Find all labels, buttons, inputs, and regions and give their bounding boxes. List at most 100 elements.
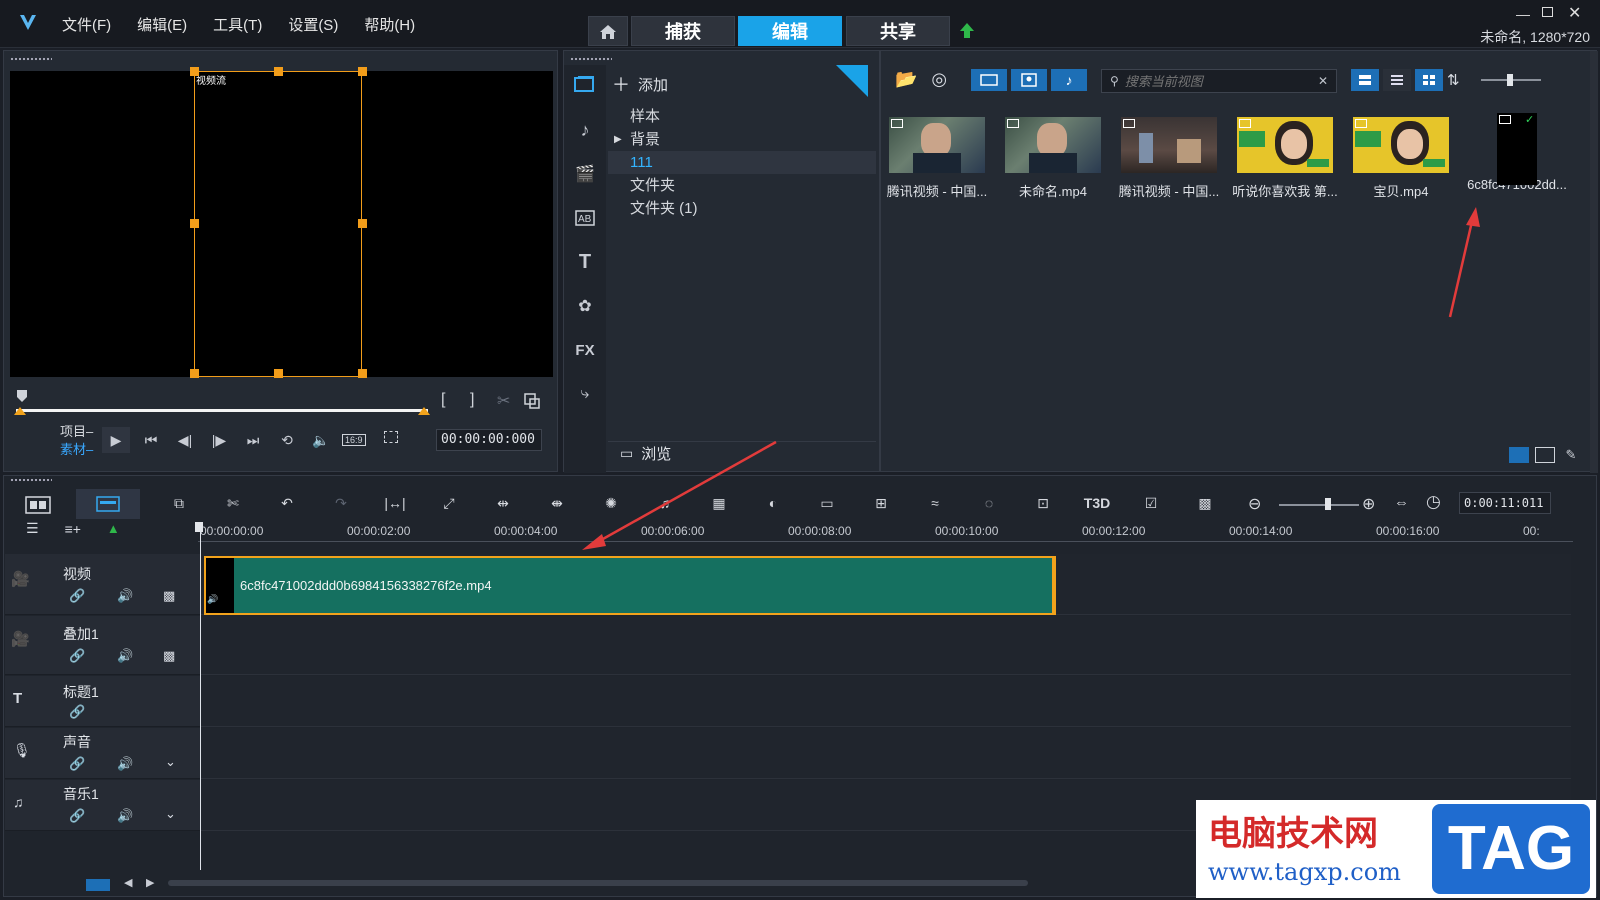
- layout-b-icon[interactable]: [1535, 447, 1555, 463]
- storyboard-view-icon[interactable]: [20, 491, 56, 519]
- media-item[interactable]: 腾讯视频 - 中国...: [881, 111, 993, 207]
- crop-icon[interactable]: [384, 431, 398, 443]
- split-horizontal-icon[interactable]: ⇹: [486, 490, 520, 516]
- mark-in-button[interactable]: [: [441, 391, 445, 409]
- menu-edit[interactable]: 编辑(E): [137, 14, 187, 35]
- horizontal-scrollbar[interactable]: [168, 880, 1028, 886]
- folder-item[interactable]: 文件夹: [608, 174, 876, 197]
- split-screen-icon[interactable]: ⊞: [864, 490, 898, 516]
- folder-item[interactable]: 文件夹 (1): [608, 197, 876, 220]
- overlay-track-lane[interactable]: [201, 616, 1571, 675]
- mode-clip[interactable]: 素材–: [60, 439, 93, 458]
- menu-help[interactable]: 帮助(H): [364, 14, 415, 35]
- scrubber-bar[interactable]: [16, 409, 428, 412]
- pin-icon[interactable]: [836, 65, 868, 97]
- minimize-button[interactable]: —: [1516, 6, 1530, 22]
- mute-icon[interactable]: 🔊: [117, 648, 133, 664]
- zoom-out-icon[interactable]: ⊖: [1248, 494, 1261, 514]
- panel-grip[interactable]: [10, 478, 52, 482]
- slider-thumb[interactable]: [1507, 74, 1513, 86]
- resize-handle[interactable]: [274, 369, 283, 378]
- go-start-button[interactable]: ⏮: [138, 429, 164, 451]
- split-clip-icon[interactable]: ✂: [497, 391, 510, 411]
- track-header-music[interactable]: ♫ 音乐1 🔗 🔊 ⌄: [5, 780, 200, 831]
- resize-handle[interactable]: [274, 67, 283, 76]
- link-icon[interactable]: 🔗: [69, 808, 85, 824]
- fx-category-icon[interactable]: FX: [572, 339, 598, 361]
- folder-item[interactable]: 样本: [608, 105, 876, 128]
- tab-share[interactable]: 共享: [846, 16, 950, 46]
- resize-handle[interactable]: [190, 67, 199, 76]
- tab-edit[interactable]: 编辑: [738, 16, 842, 46]
- expand-track-icon[interactable]: ⌄: [165, 754, 176, 770]
- repeat-button[interactable]: ⟲: [274, 429, 300, 451]
- preview-screen[interactable]: 视频流: [10, 67, 553, 378]
- edit-icon[interactable]: ✎: [1561, 447, 1581, 463]
- view-list-icon[interactable]: [1383, 69, 1411, 91]
- vertical-scrollbar[interactable]: [1590, 51, 1598, 473]
- timeline-view-icon[interactable]: [76, 489, 140, 519]
- filter-video-icon[interactable]: [971, 69, 1007, 91]
- project-duration[interactable]: 0:00:11:011: [1459, 492, 1551, 514]
- track-header-voice[interactable]: 🎙 声音 🔗 🔊 ⌄: [5, 728, 200, 779]
- timeline-playhead[interactable]: [195, 522, 203, 532]
- panel-grip[interactable]: [10, 57, 52, 61]
- undo-icon[interactable]: ↶: [270, 490, 304, 516]
- resize-clip-icon[interactable]: ⤢: [432, 490, 466, 516]
- enlarge-preview-icon[interactable]: [524, 393, 540, 409]
- search-input[interactable]: [1124, 73, 1318, 89]
- path-category-icon[interactable]: ⤷: [572, 383, 598, 405]
- add-folder-button[interactable]: ＋ 添加: [612, 71, 668, 97]
- capture-icon[interactable]: ◎: [931, 69, 947, 90]
- prev-frame-button[interactable]: ◀|: [172, 429, 198, 451]
- search-box[interactable]: ⚲ ✕: [1101, 69, 1337, 93]
- tools-icon[interactable]: ✄: [216, 490, 250, 516]
- audio-category-icon[interactable]: ♪: [572, 119, 598, 141]
- menu-file[interactable]: 文件(F): [62, 14, 111, 35]
- slider-thumb[interactable]: [1325, 498, 1331, 510]
- fit-timeline-icon[interactable]: |↔|: [378, 490, 412, 516]
- selection-frame[interactable]: [194, 71, 362, 377]
- menu-settings[interactable]: 设置(S): [288, 14, 338, 35]
- title-3d-icon[interactable]: T3D: [1080, 490, 1114, 516]
- resize-handle[interactable]: [358, 219, 367, 228]
- aspect-ratio-button[interactable]: 16:9: [342, 434, 366, 446]
- folder-item[interactable]: 111: [608, 151, 876, 174]
- mark-out-button[interactable]: ]: [470, 391, 474, 409]
- mode-project[interactable]: 项目–: [60, 421, 93, 440]
- mute-icon[interactable]: 🔊: [117, 588, 133, 604]
- mute-icon[interactable]: 🔊: [117, 808, 133, 824]
- upload-icon[interactable]: [958, 22, 976, 40]
- track-header-title[interactable]: T 标题1 🔗: [5, 676, 200, 727]
- title-ab-category-icon[interactable]: AB: [572, 207, 598, 229]
- sort-icon[interactable]: ⇅: [1447, 71, 1460, 89]
- track-header-overlay[interactable]: 🎥 叠加1 🔗 🔊 ▩: [5, 616, 200, 675]
- copy-attributes-icon[interactable]: ⧉: [162, 490, 196, 516]
- media-item[interactable]: ✓ 6c8fc471002dd...: [1461, 111, 1573, 207]
- view-thumbnail-icon[interactable]: [1351, 69, 1379, 91]
- close-button[interactable]: ✕: [1568, 3, 1581, 23]
- text-category-icon[interactable]: T: [572, 251, 598, 273]
- media-item[interactable]: 未命名.mp4: [997, 111, 1109, 207]
- link-icon[interactable]: 🔗: [69, 648, 85, 664]
- view-grid-icon[interactable]: [1415, 69, 1443, 91]
- media-item[interactable]: 宝贝.mp4: [1345, 111, 1457, 207]
- render-icon[interactable]: ▩: [1188, 490, 1222, 516]
- maximize-button[interactable]: [1542, 7, 1553, 17]
- link-icon[interactable]: 🔗: [69, 756, 85, 772]
- video-clip[interactable]: 🔊 6c8fc471002ddd0b6984156338276f2e.mp4: [204, 556, 1056, 615]
- thumbnail-size-slider[interactable]: [1481, 74, 1541, 86]
- zoom-slider[interactable]: [1279, 498, 1359, 510]
- trim-in-marker[interactable]: [14, 407, 26, 415]
- track-manager-icon[interactable]: ☰: [26, 520, 39, 537]
- media-category-icon[interactable]: [572, 73, 598, 95]
- media-item[interactable]: 腾讯视频 - 中国...: [1113, 111, 1225, 207]
- tab-capture[interactable]: 捕获: [631, 16, 735, 46]
- mask-icon[interactable]: ◌: [972, 490, 1006, 516]
- mute-icon[interactable]: 🔊: [117, 756, 133, 772]
- layout-a-icon[interactable]: [1509, 447, 1529, 463]
- add-track-icon[interactable]: ≡+: [65, 521, 81, 537]
- link-icon[interactable]: 🔗: [69, 704, 85, 720]
- track-scroll-icon[interactable]: [86, 879, 110, 891]
- resize-handle[interactable]: [358, 369, 367, 378]
